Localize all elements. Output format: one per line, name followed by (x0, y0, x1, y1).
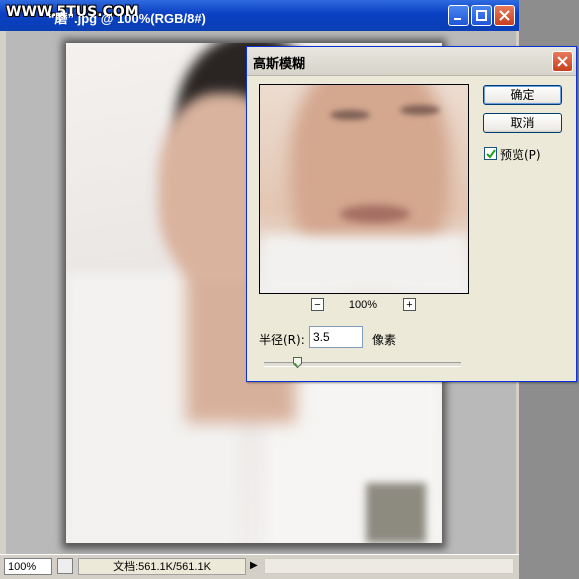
preview-checkbox-label[interactable]: 预览(P) (500, 146, 541, 163)
close-icon (557, 56, 568, 67)
preview-checkbox[interactable] (484, 147, 497, 160)
gaussian-blur-dialog: 高斯模糊 − 100% + 确定 取消 预览(P) 半径(R): 3.5 像素 (246, 46, 577, 382)
document-titlebar[interactable]: WWW.5TUS.COM “磨”.jpg @ 100%(RGB/8#) (0, 0, 519, 31)
document-size-info: 文档:561.1K/561.1K (78, 558, 246, 575)
preview-mouth (340, 205, 410, 223)
horizontal-scrollbar[interactable] (264, 558, 514, 574)
status-menu-arrow-icon[interactable]: ▶ (250, 558, 262, 574)
zoom-field[interactable]: 100% (4, 558, 52, 575)
preview-eye-left (330, 110, 370, 120)
maximize-button[interactable] (471, 5, 492, 26)
ok-button[interactable]: 确定 (483, 85, 562, 105)
blur-preview[interactable] (259, 84, 469, 294)
minimize-icon (454, 18, 461, 20)
preview-shirt (260, 235, 468, 293)
status-preview-icon[interactable] (57, 558, 73, 574)
preview-zoom-level: 100% (348, 299, 378, 311)
zoom-in-button[interactable]: + (403, 298, 416, 311)
radius-input[interactable]: 3.5 (309, 326, 363, 348)
photo-bottle (366, 483, 426, 543)
radius-unit-label: 像素 (372, 333, 397, 347)
maximize-icon (476, 10, 487, 21)
dialog-titlebar[interactable]: 高斯模糊 (247, 47, 576, 76)
checkmark-icon (486, 149, 496, 159)
minimize-button[interactable] (448, 5, 469, 26)
slider-thumb-icon[interactable] (292, 357, 302, 368)
preview-eye-right (400, 105, 440, 115)
radius-label: 半径(R): (259, 333, 305, 347)
cancel-button[interactable]: 取消 (483, 113, 562, 133)
close-icon (499, 10, 510, 21)
dialog-close-button[interactable] (552, 51, 573, 72)
document-title: “磨”.jpg @ 100%(RGB/8#) (48, 11, 206, 26)
status-bar: 100% 文档:561.1K/561.1K ▶ (0, 554, 519, 579)
zoom-out-button[interactable]: − (311, 298, 324, 311)
dialog-title: 高斯模糊 (253, 57, 306, 72)
close-button[interactable] (494, 5, 515, 26)
